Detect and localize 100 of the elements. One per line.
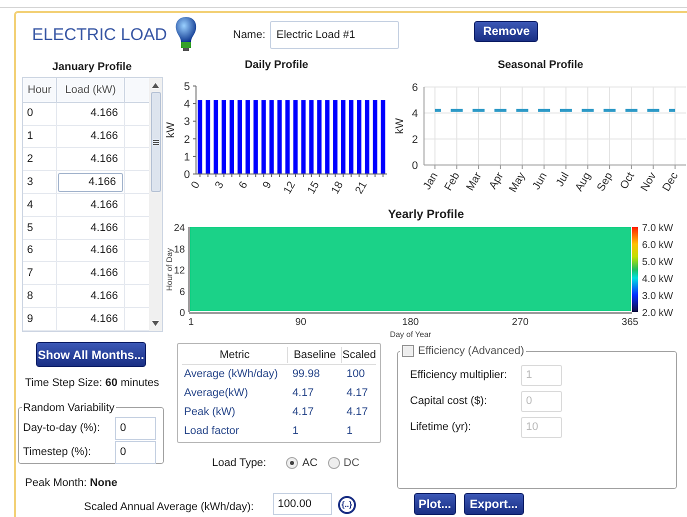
column-header[interactable]: Hour [23,78,57,102]
export-button[interactable]: Export... [464,493,524,515]
legend-label: 3.0 kW [642,291,674,302]
table-cell: 3 [23,171,57,194]
table-cell[interactable]: 4.166 [90,105,123,122]
tick-label: 180 [402,317,419,328]
table-cell: 0 [23,102,57,125]
tick-label: 0 [189,180,203,191]
page-title: ELECTRIC LOAD [31,24,168,46]
table-cell[interactable]: 4.166 [90,128,123,145]
tick-label: 270 [512,317,529,328]
radio-icon[interactable] [286,457,298,470]
table-cell[interactable]: 4.166 [90,196,123,214]
tick-label: Oct [618,170,638,192]
table-cell: 1 [23,126,57,148]
table-cell: 5 [23,216,57,239]
tick-label: Jun [530,170,550,192]
legend-label: 4.0 kW [642,274,674,285]
table-cell-text: 4.17 [345,386,369,402]
tick-label: Mar [464,170,484,193]
name-field[interactable]: Electric Load #1 [270,21,400,49]
tick-label: 4 [184,98,190,111]
legend-label: 5.0 kW [642,257,674,268]
tick-label: 6 [179,286,185,298]
tick-label: 0 [412,160,418,172]
scaled-average-label: Scaled Annual Average (kWh/day): [84,500,254,514]
tick-label: 5 [184,81,190,93]
tick-label: 4 [412,108,418,120]
checkbox[interactable] [402,345,414,358]
field-label: Efficiency multiplier: [410,368,508,384]
input-field[interactable]: 0 [115,440,156,464]
show-all-months-button[interactable]: Show All Months... [36,342,146,367]
table-cell[interactable]: 4.166 [90,151,123,168]
tick-label: 1 [184,151,190,164]
table-cell: 9 [23,308,57,330]
name-label: Name: [233,28,266,43]
plot-button[interactable]: Plot... [414,493,456,515]
table-title: January Profile [51,60,133,75]
scrollbar-thumb[interactable] [150,92,160,192]
table-cell[interactable]: 4.166 [90,288,123,304]
peak-month-text: Peak Month: None [25,476,118,490]
time-step-text: Time Step Size: 60 minutes [25,376,160,391]
tick-label: 6 [412,82,418,94]
table-cell[interactable]: 4.166 [90,310,123,328]
table-cell-text: 4.17 [291,386,315,402]
table-cell: 2 [23,148,57,170]
tick-label: 2 [412,134,418,146]
column-header: Baseline [287,346,342,364]
chart-title: Daily Profile [244,58,308,72]
scroll-down-icon[interactable] [152,321,159,326]
table-cell-text: Peak (kW) [183,405,236,420]
column-header: Metric [218,348,251,363]
table-cell[interactable]: 4.166 [58,172,123,192]
tick-label: Jan [421,170,441,192]
tick-label: Sep [595,170,616,194]
table-cell-text: 1 [345,424,354,440]
column-header[interactable]: Load (kW) [57,78,125,102]
legend-label: 6.0 kW [642,240,674,251]
table-cell: 4 [23,194,57,216]
remove-button[interactable]: Remove [474,20,538,42]
edit-button[interactable]: {..} [338,496,356,514]
legend-label: 7.0 kW [642,223,674,234]
column-header: Scaled [342,348,376,363]
table-cell: 7 [23,262,57,284]
radio-button[interactable]: AC [286,455,318,472]
chart-title: Seasonal Profile [498,58,584,72]
table-cell-text: Average(kW) [183,386,249,402]
tick-label: 18 [329,180,346,196]
tick-label: 90 [295,317,306,328]
tick-label: 365 [622,317,638,328]
tick-label: 6 [236,180,250,191]
scaled-average-field[interactable]: 100.00 [272,493,332,515]
tick-label: 0 [179,308,185,319]
legend-label: 2.0 kW [642,308,674,319]
tick-label: 3 [184,116,190,128]
radio-button[interactable]: DC [328,455,360,472]
field-label: Lifetime (yr): [410,420,472,436]
table-cell: 8 [23,285,57,308]
scroll-up-icon[interactable] [152,83,159,88]
tick-label: 24 [174,223,185,234]
table-cell-text: 4.17 [345,405,369,420]
chart-title: Yearly Profile [388,207,464,222]
tick-label: 0 [184,169,190,181]
radio-icon[interactable] [328,457,340,470]
tick-label: 3 [213,180,226,191]
table-cell[interactable]: 4.166 [90,265,123,282]
input-field[interactable]: 0 [115,416,156,440]
tick-label: 18 [174,244,185,256]
table-cell: 6 [23,240,57,262]
tick-label: 1 [188,317,194,328]
tick-label: Apr [487,170,506,192]
scrollbar[interactable] [149,78,162,331]
table-cell[interactable]: 4.166 [90,242,123,259]
axis-label: Day of Year [390,330,432,339]
tick-label: 12 [282,180,298,196]
table-cell-text: 1 [291,424,300,440]
tick-label: 12 [174,266,185,276]
tick-label: Dec [660,170,681,194]
lightbulb-icon [175,16,197,54]
table-cell[interactable]: 4.166 [90,220,123,236]
